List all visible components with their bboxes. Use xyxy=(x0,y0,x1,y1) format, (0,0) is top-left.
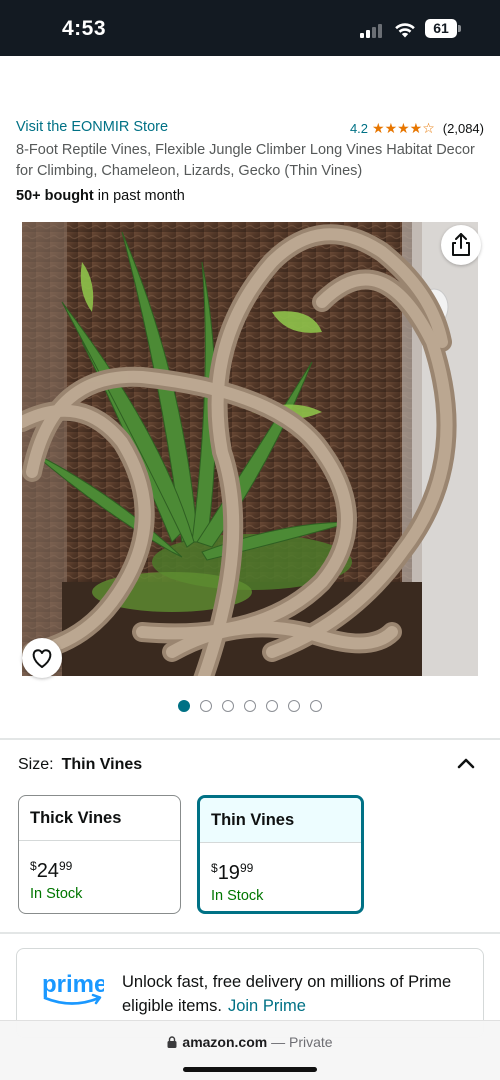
carousel-dot[interactable] xyxy=(178,700,190,712)
url-row[interactable]: amazon.com — Private xyxy=(0,1034,500,1050)
browser-address-bar[interactable]: amazon.com — Private xyxy=(0,1020,500,1080)
carousel-dot[interactable] xyxy=(288,700,300,712)
size-option-stock: In Stock xyxy=(30,886,83,902)
heart-icon xyxy=(32,649,52,668)
lock-icon xyxy=(167,1036,177,1048)
battery-icon: 61 xyxy=(425,19,461,38)
rating-count: (2,084) xyxy=(442,121,484,136)
url-separator: — xyxy=(267,1034,289,1050)
store-rating-row: Visit the EONMIR Store 4.2 ★★★★☆ (2,084) xyxy=(16,118,484,138)
carousel-dot[interactable] xyxy=(266,700,278,712)
carousel-dot[interactable] xyxy=(200,700,212,712)
carousel-dot[interactable] xyxy=(244,700,256,712)
wishlist-button[interactable] xyxy=(22,638,62,678)
size-label: Size: xyxy=(18,756,54,773)
prime-logo: prime xyxy=(42,971,104,1005)
image-carousel-dots[interactable] xyxy=(178,700,322,712)
home-indicator[interactable] xyxy=(183,1067,317,1072)
status-bar: 4:53 61 xyxy=(0,0,500,56)
signal-icon xyxy=(360,22,386,38)
size-option-stock: In Stock xyxy=(211,888,264,904)
svg-text:prime: prime xyxy=(42,971,104,998)
store-link[interactable]: Visit the EONMIR Store xyxy=(16,119,168,135)
size-option-thick-vines[interactable]: Thick Vines $2499 In Stock xyxy=(18,795,181,914)
bought-period: in past month xyxy=(93,188,185,204)
size-option-name: Thick Vines xyxy=(19,796,180,841)
share-button[interactable] xyxy=(441,225,481,265)
product-title: 8-Foot Reptile Vines, Flexible Jungle Cl… xyxy=(16,142,475,179)
wifi-icon xyxy=(395,23,415,38)
status-time: 4:53 xyxy=(62,17,107,40)
bought-count: 50+ bought xyxy=(16,188,94,204)
product-image[interactable] xyxy=(22,222,478,676)
bought-in-past-month: 50+ bought in past month xyxy=(16,188,185,204)
size-option-price: $1999 xyxy=(211,861,254,884)
battery-level: 61 xyxy=(425,19,457,38)
size-selector-header[interactable]: Size: Thin Vines xyxy=(18,756,488,778)
browsing-mode: Private xyxy=(289,1034,333,1050)
size-option-name: Thin Vines xyxy=(200,798,361,843)
vines-photo xyxy=(22,222,478,676)
star-rating-icon: ★★★★☆ xyxy=(372,120,435,136)
carousel-dot[interactable] xyxy=(222,700,234,712)
prime-message: Unlock fast, free delivery on millions o… xyxy=(122,970,472,1018)
divider xyxy=(0,738,500,740)
size-option-price: $2499 xyxy=(30,859,73,882)
rating-summary[interactable]: 4.2 ★★★★☆ (2,084) xyxy=(350,120,484,137)
share-icon xyxy=(452,233,470,256)
url-domain: amazon.com xyxy=(182,1034,268,1050)
divider xyxy=(0,932,500,934)
size-option-thin-vines[interactable]: Thin Vines $1999 In Stock xyxy=(197,795,364,914)
chevron-up-icon[interactable] xyxy=(456,756,476,770)
carousel-dot[interactable] xyxy=(310,700,322,712)
size-selected-value: Thin Vines xyxy=(61,756,143,773)
join-prime-link[interactable]: Join Prime xyxy=(228,997,306,1015)
rating-value: 4.2 xyxy=(349,121,369,136)
